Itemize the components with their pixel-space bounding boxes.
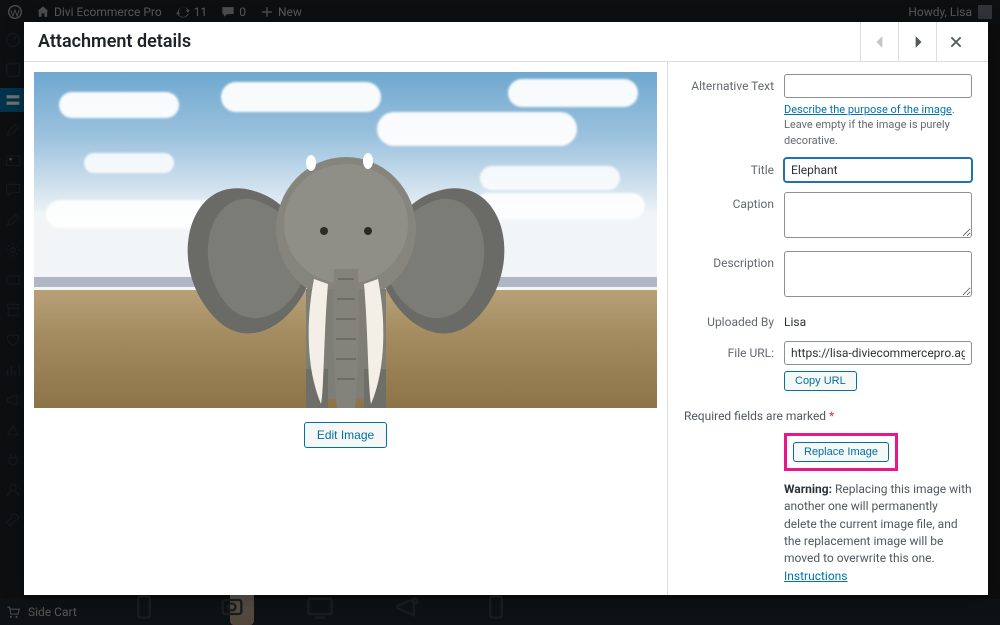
attachment-footer-links: View attachment page | Edit more details… bbox=[684, 585, 972, 595]
caption-input[interactable] bbox=[784, 192, 972, 238]
details-pane: Alternative Text Describe the purpose of… bbox=[668, 62, 988, 595]
prev-attachment-button[interactable] bbox=[860, 22, 898, 62]
title-input[interactable] bbox=[784, 158, 972, 182]
instructions-link[interactable]: Instructions bbox=[784, 569, 847, 583]
alt-text-help: Describe the purpose of the image. Leave… bbox=[784, 102, 972, 148]
replace-image-highlight: Replace Image bbox=[784, 433, 898, 471]
edit-image-button[interactable]: Edit Image bbox=[304, 422, 387, 448]
title-label: Title bbox=[684, 158, 774, 179]
attachment-details-modal: Attachment details bbox=[24, 22, 988, 595]
alt-help-link[interactable]: Describe the purpose of the image bbox=[784, 103, 952, 116]
replace-warning: Warning: Replacing this image with anoth… bbox=[784, 481, 972, 585]
modal-header: Attachment details bbox=[24, 22, 988, 62]
alt-text-label: Alternative Text bbox=[684, 74, 774, 95]
replace-image-button[interactable]: Replace Image bbox=[793, 442, 889, 462]
next-attachment-button[interactable] bbox=[898, 22, 936, 62]
close-modal-button[interactable] bbox=[936, 22, 974, 62]
required-fields-note: Required fields are marked * bbox=[684, 409, 972, 423]
uploaded-by-label: Uploaded By bbox=[684, 310, 774, 331]
copy-url-button[interactable]: Copy URL bbox=[784, 371, 857, 391]
file-url-input[interactable] bbox=[784, 341, 972, 365]
caption-label: Caption bbox=[684, 192, 774, 213]
attachment-image bbox=[34, 72, 657, 408]
file-url-label: File URL: bbox=[684, 341, 774, 362]
alt-text-input[interactable] bbox=[784, 74, 972, 98]
uploaded-by-value: Lisa bbox=[784, 310, 972, 329]
description-input[interactable] bbox=[784, 251, 972, 297]
description-label: Description bbox=[684, 251, 774, 272]
preview-pane: Edit Image bbox=[24, 62, 668, 595]
modal-title: Attachment details bbox=[38, 31, 191, 52]
